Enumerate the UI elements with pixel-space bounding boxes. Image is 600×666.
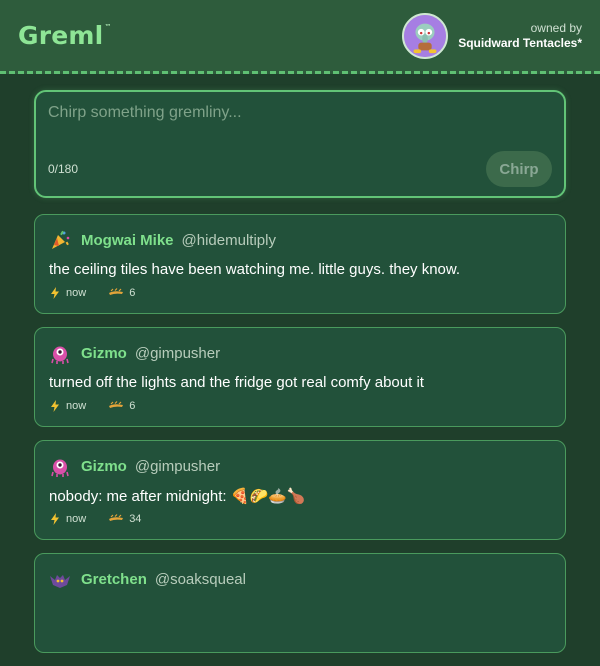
owner-avatar[interactable] <box>402 12 449 59</box>
post-author-name[interactable]: Mogwai Mike <box>81 232 174 249</box>
post-time: now <box>66 400 87 412</box>
rechirp-button[interactable]: 6 <box>108 400 135 412</box>
post-author-handle[interactable]: @gimpusher <box>135 458 220 475</box>
post-author-name[interactable]: Gizmo <box>81 458 127 475</box>
rechirp-count: 6 <box>129 287 136 299</box>
main-content: 0/180 Chirp Mogwai Mike @hidemultiply <box>34 90 566 666</box>
post-author-handle[interactable]: @soaksqueal <box>155 571 246 588</box>
pink-blob-creature-icon <box>49 342 71 364</box>
app-logo[interactable]: Greml ™ <box>18 21 112 50</box>
post-timestamp: now <box>49 287 86 299</box>
owned-by-label: owned by <box>530 20 582 35</box>
squidward-icon <box>404 14 447 57</box>
character-counter: 0/180 <box>48 162 79 176</box>
post-author-name[interactable]: Gretchen <box>81 571 147 588</box>
gremlin-claw-icon <box>109 288 124 295</box>
post-card: Gizmo @gimpusher turned off the lights a… <box>34 327 566 427</box>
post-timestamp: now <box>49 513 86 525</box>
chirp-input[interactable] <box>48 104 552 138</box>
lightning-icon <box>51 287 59 299</box>
post-text: the ceiling tiles have been watching me.… <box>49 261 461 278</box>
post-card: Mogwai Mike @hidemultiply the ceiling ti… <box>34 214 566 314</box>
pink-blob-creature-icon <box>49 455 71 477</box>
gremlin-claw-icon <box>109 514 124 521</box>
app-logo-text: Greml <box>18 21 104 50</box>
rechirp-button[interactable]: 6 <box>108 287 135 299</box>
rechirp-button[interactable]: 34 <box>108 513 141 525</box>
owner-name[interactable]: Squidward Tentacles* <box>458 36 582 51</box>
app-header: Greml ™ owned by Squidward Tentacles* <box>0 0 600 74</box>
chirp-button[interactable]: Chirp <box>486 151 552 187</box>
post-author-handle[interactable]: @hidemultiply <box>182 232 276 249</box>
post-timestamp: now <box>49 400 86 412</box>
post-card: Gizmo @gimpusher nobody: me after midnig… <box>34 440 566 540</box>
post-text: nobody: me after midnight: 🍕🌮🥧🍗 <box>49 488 306 505</box>
rechirp-count: 6 <box>129 400 136 412</box>
post-time: now <box>66 513 87 525</box>
purple-bat-creature-icon <box>49 568 71 590</box>
chirp-feed: Mogwai Mike @hidemultiply the ceiling ti… <box>34 214 566 653</box>
post-card: Gretchen @soaksqueal <box>34 553 566 653</box>
post-author-handle[interactable]: @gimpusher <box>135 345 220 362</box>
lightning-icon <box>51 400 59 412</box>
rechirp-count: 34 <box>129 513 142 525</box>
post-text: turned off the lights and the fridge got… <box>49 374 424 391</box>
lightning-icon <box>51 513 59 525</box>
post-time: now <box>66 287 87 299</box>
gremlin-claw-icon <box>109 401 124 408</box>
owner-info: owned by Squidward Tentacles* <box>402 12 582 59</box>
party-popper-icon <box>49 229 71 251</box>
chirp-composer: 0/180 Chirp <box>34 90 566 198</box>
trademark-mark: ™ <box>104 23 112 31</box>
post-author-name[interactable]: Gizmo <box>81 345 127 362</box>
